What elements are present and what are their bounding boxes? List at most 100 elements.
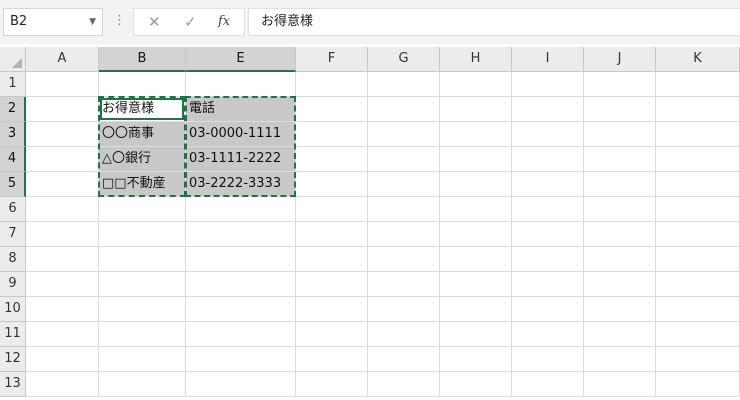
- cell-f5[interactable]: [296, 172, 368, 197]
- cell-i13[interactable]: [512, 372, 584, 397]
- cell-g9[interactable]: [368, 272, 440, 297]
- cell-b11[interactable]: [99, 322, 186, 347]
- cell-i12[interactable]: [512, 347, 584, 372]
- cell-a8[interactable]: [26, 247, 99, 272]
- row-header-6[interactable]: 6: [0, 197, 26, 222]
- cell-k7[interactable]: [656, 222, 740, 247]
- cell-i1[interactable]: [512, 72, 584, 97]
- cell-a1[interactable]: [26, 72, 99, 97]
- cell-k13[interactable]: [656, 372, 740, 397]
- cell-i4[interactable]: [512, 147, 584, 172]
- check-icon[interactable]: ✓: [184, 13, 197, 31]
- cell-a11[interactable]: [26, 322, 99, 347]
- cell-j13[interactable]: [584, 372, 656, 397]
- chevron-down-icon[interactable]: ▼: [89, 9, 96, 35]
- cell-g3[interactable]: [368, 122, 440, 147]
- cell-h1[interactable]: [440, 72, 512, 97]
- cell-i6[interactable]: [512, 197, 584, 222]
- column-header-h[interactable]: H: [440, 47, 512, 72]
- cell-e6[interactable]: [186, 197, 296, 222]
- cell-j9[interactable]: [584, 272, 656, 297]
- cell-a10[interactable]: [26, 297, 99, 322]
- name-box[interactable]: B2 ▼: [3, 8, 103, 36]
- cell-b6[interactable]: [99, 197, 186, 222]
- cell-h3[interactable]: [440, 122, 512, 147]
- column-header-f[interactable]: F: [296, 47, 368, 72]
- cell-f11[interactable]: [296, 322, 368, 347]
- cell-h13[interactable]: [440, 372, 512, 397]
- cell-i9[interactable]: [512, 272, 584, 297]
- cell-b13[interactable]: [99, 372, 186, 397]
- cell-g13[interactable]: [368, 372, 440, 397]
- cell-k12[interactable]: [656, 347, 740, 372]
- cell-k1[interactable]: [656, 72, 740, 97]
- cell-j1[interactable]: [584, 72, 656, 97]
- cell-i10[interactable]: [512, 297, 584, 322]
- row-header-13[interactable]: 13: [0, 372, 26, 397]
- cell-a12[interactable]: [26, 347, 99, 372]
- row-header-7[interactable]: 7: [0, 222, 26, 247]
- cell-g10[interactable]: [368, 297, 440, 322]
- cell-i8[interactable]: [512, 247, 584, 272]
- cell-f8[interactable]: [296, 247, 368, 272]
- cell-b8[interactable]: [99, 247, 186, 272]
- cell-h4[interactable]: [440, 147, 512, 172]
- cancel-icon[interactable]: ✕: [148, 13, 161, 31]
- cell-b4[interactable]: △〇銀行: [99, 147, 186, 172]
- cell-j7[interactable]: [584, 222, 656, 247]
- column-header-e[interactable]: E: [186, 47, 296, 72]
- insert-function-icon[interactable]: fx: [218, 14, 230, 29]
- cell-e11[interactable]: [186, 322, 296, 347]
- column-header-b[interactable]: B: [99, 47, 186, 72]
- cell-e8[interactable]: [186, 247, 296, 272]
- cell-j6[interactable]: [584, 197, 656, 222]
- cell-a6[interactable]: [26, 197, 99, 222]
- row-header-9[interactable]: 9: [0, 272, 26, 297]
- cell-e1[interactable]: [186, 72, 296, 97]
- cell-h6[interactable]: [440, 197, 512, 222]
- cell-i2[interactable]: [512, 97, 584, 122]
- column-header-a[interactable]: A: [26, 47, 99, 72]
- cell-b1[interactable]: [99, 72, 186, 97]
- column-header-j[interactable]: J: [584, 47, 656, 72]
- formula-input[interactable]: お得意様: [248, 8, 740, 36]
- cell-k9[interactable]: [656, 272, 740, 297]
- cell-k4[interactable]: [656, 147, 740, 172]
- column-header-k[interactable]: K: [656, 47, 740, 72]
- cell-j8[interactable]: [584, 247, 656, 272]
- cell-i7[interactable]: [512, 222, 584, 247]
- cell-b10[interactable]: [99, 297, 186, 322]
- cell-f10[interactable]: [296, 297, 368, 322]
- cell-e5[interactable]: 03-2222-3333: [186, 172, 296, 197]
- row-header-3[interactable]: 3: [0, 122, 26, 147]
- row-header-10[interactable]: 10: [0, 297, 26, 322]
- row-header-2[interactable]: 2: [0, 97, 26, 122]
- cell-e3[interactable]: 03-0000-1111: [186, 122, 296, 147]
- cell-h9[interactable]: [440, 272, 512, 297]
- cell-i11[interactable]: [512, 322, 584, 347]
- cell-h11[interactable]: [440, 322, 512, 347]
- column-header-g[interactable]: G: [368, 47, 440, 72]
- cell-k5[interactable]: [656, 172, 740, 197]
- cell-g12[interactable]: [368, 347, 440, 372]
- drag-handle-icon[interactable]: ⋮: [113, 12, 126, 30]
- cell-k3[interactable]: [656, 122, 740, 147]
- cell-h8[interactable]: [440, 247, 512, 272]
- row-header-1[interactable]: 1: [0, 72, 26, 97]
- row-header-12[interactable]: 12: [0, 347, 26, 372]
- cell-e13[interactable]: [186, 372, 296, 397]
- cell-a5[interactable]: [26, 172, 99, 197]
- cell-b5[interactable]: □□不動産: [99, 172, 186, 197]
- cell-a13[interactable]: [26, 372, 99, 397]
- cell-f7[interactable]: [296, 222, 368, 247]
- cell-g5[interactable]: [368, 172, 440, 197]
- cell-k10[interactable]: [656, 297, 740, 322]
- cell-g6[interactable]: [368, 197, 440, 222]
- cell-h2[interactable]: [440, 97, 512, 122]
- cell-j4[interactable]: [584, 147, 656, 172]
- cell-j11[interactable]: [584, 322, 656, 347]
- cell-k8[interactable]: [656, 247, 740, 272]
- column-header-i[interactable]: I: [512, 47, 584, 72]
- cell-a7[interactable]: [26, 222, 99, 247]
- row-header-11[interactable]: 11: [0, 322, 26, 347]
